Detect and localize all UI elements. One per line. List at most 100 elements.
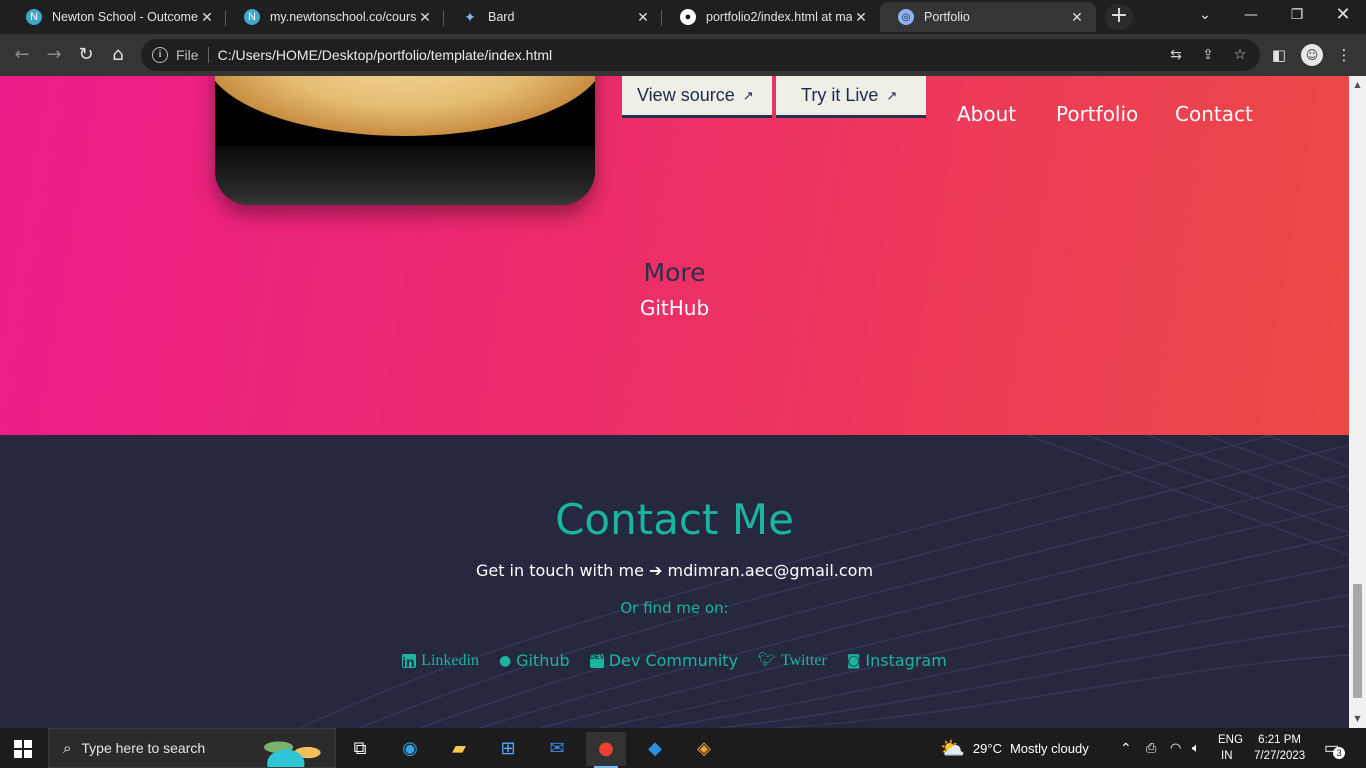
bookmark-star-icon[interactable]: ☆ xyxy=(1226,39,1254,71)
meet-now-icon[interactable]: ⎙ xyxy=(1146,728,1156,768)
dev-community-link[interactable]: DEV Dev Community xyxy=(589,651,739,670)
scroll-down-arrow-icon[interactable]: ▼ xyxy=(1349,714,1366,723)
project-image-biryani xyxy=(215,76,595,205)
network-icon[interactable]: ◠ xyxy=(1170,728,1181,768)
new-tab-button[interactable]: + xyxy=(1105,4,1133,30)
git-icon[interactable]: ◈ xyxy=(684,732,724,766)
close-window-button[interactable]: ✕ xyxy=(1320,0,1366,32)
task-view-icon[interactable]: ⧉ xyxy=(340,732,380,766)
dev-icon: DEV xyxy=(589,653,604,668)
tab-portfolio[interactable]: ◎ Portfolio ✕ xyxy=(880,2,1096,32)
tab-title: Bard xyxy=(488,10,515,24)
avatar[interactable]: ☺ xyxy=(1301,44,1323,66)
instagram-link[interactable]: ◙ Instagram xyxy=(847,651,947,670)
tab-newton-outcome[interactable]: N Newton School - Outcome O ✕ xyxy=(8,2,226,32)
page-scrollbar[interactable]: ▲ ▼ xyxy=(1349,76,1366,728)
file-explorer-icon[interactable]: ▰ xyxy=(439,732,479,766)
share-icon[interactable]: ⇪ xyxy=(1194,39,1222,71)
scroll-up-arrow-icon[interactable]: ▲ xyxy=(1349,80,1366,89)
edge-icon[interactable]: ◉ xyxy=(390,732,430,766)
tab-newton-course[interactable]: N my.newtonschool.co/course/ ✕ xyxy=(226,2,444,32)
nav-about[interactable]: About xyxy=(957,102,1016,126)
tab-title: Newton School - Outcome O xyxy=(52,10,198,24)
instagram-icon: ◙ xyxy=(846,652,861,669)
search-icon: ⌕ xyxy=(63,739,72,757)
close-icon[interactable]: ✕ xyxy=(634,9,652,26)
twitter-link[interactable]: 🐦︎ Twitter xyxy=(758,651,827,670)
decorative-lines xyxy=(299,435,1349,728)
windows-taskbar: ⌕ Type here to search ⧉ ◉ ▰ ⊞ ✉ ● ◆ ◈ ⛅ … xyxy=(0,728,1366,768)
find-me-text: Or find me on: xyxy=(620,599,729,617)
lang-line2: IN xyxy=(1221,750,1233,762)
home-button[interactable]: ⌂ xyxy=(105,42,131,68)
tab-strip: N Newton School - Outcome O ✕ N my.newto… xyxy=(0,0,1366,34)
clock[interactable]: 6:21 PM 7/27/2023 xyxy=(1254,728,1305,768)
taskbar-search[interactable]: ⌕ Type here to search xyxy=(48,728,336,768)
tab-title: my.newtonschool.co/course/ xyxy=(270,10,416,24)
minimize-button[interactable]: — xyxy=(1228,0,1274,32)
linkedin-icon: in xyxy=(402,653,417,670)
address-bar[interactable]: i File C:/Users/HOME/Desktop/portfolio/t… xyxy=(141,39,1260,71)
contact-line: Get in touch with me ➔ mdimran.aec@gmail… xyxy=(0,561,1349,580)
newton-icon: N xyxy=(26,9,42,25)
forward-button[interactable]: → xyxy=(41,42,67,68)
tab-github-portfolio2[interactable]: ● portfolio2/index.html at main ✕ xyxy=(662,2,880,32)
divider xyxy=(207,47,209,63)
instagram-label: Instagram xyxy=(865,651,947,670)
browser-toolbar: ← → ↻ ⌂ i File C:/Users/HOME/Desktop/por… xyxy=(0,34,1366,76)
touch-text: Get in touch with me xyxy=(475,561,644,580)
arrow-right-icon: ➔ xyxy=(649,561,663,580)
weather-widget[interactable]: ⛅ 29°C Mostly cloudy xyxy=(940,728,1089,768)
language-indicator[interactable]: ENG IN xyxy=(1218,728,1243,768)
page-viewport: View source ↗ Try it Live ↗ About Portfo… xyxy=(0,76,1349,728)
view-source-label: View source xyxy=(637,85,735,105)
side-panel-icon[interactable]: ◧ xyxy=(1266,42,1292,68)
notification-count-badge: 3 xyxy=(1333,747,1346,759)
nav-contact[interactable]: Contact xyxy=(1175,102,1253,126)
windows-start-icon[interactable] xyxy=(14,740,32,758)
notifications-icon[interactable]: ▭ 3 xyxy=(1324,728,1346,768)
chrome-icon[interactable]: ● xyxy=(586,732,626,768)
weather-temp: 29°C xyxy=(972,740,1002,756)
tab-bard[interactable]: ✦ Bard ✕ xyxy=(444,2,662,32)
lang-line1: ENG xyxy=(1218,734,1243,746)
reload-button[interactable]: ↻ xyxy=(73,42,99,68)
mail-icon[interactable]: ✉ xyxy=(537,732,577,766)
cloudy-weather-icon: ⛅ xyxy=(940,737,965,760)
external-link-icon: ↗ xyxy=(742,87,754,103)
weather-condition: Mostly cloudy xyxy=(1009,740,1089,756)
url-text[interactable]: C:/Users/HOME/Desktop/portfolio/template… xyxy=(218,47,553,63)
view-source-button[interactable]: View source ↗ xyxy=(622,76,772,118)
linkedin-link[interactable]: in Linkedin xyxy=(402,651,479,670)
scrollbar-thumb[interactable] xyxy=(1353,584,1362,698)
twitter-label: Twitter xyxy=(780,651,827,669)
scheme-label: File xyxy=(176,47,199,63)
clock-time: 6:21 PM xyxy=(1258,734,1301,746)
vscode-icon[interactable]: ◆ xyxy=(635,732,675,766)
github-link[interactable]: ● Github xyxy=(499,651,570,670)
close-icon[interactable]: ✕ xyxy=(198,9,216,26)
close-icon[interactable]: ✕ xyxy=(416,9,434,26)
newton-icon: N xyxy=(244,9,260,25)
volume-muted-icon[interactable]: 🔈︎ xyxy=(1192,728,1200,768)
restore-button[interactable]: ❐ xyxy=(1274,0,1320,32)
menu-kebab-icon[interactable]: ⋮ xyxy=(1331,42,1357,68)
try-live-button[interactable]: Try it Live ↗ xyxy=(776,76,926,118)
info-icon[interactable]: i xyxy=(152,47,168,63)
more-heading: More xyxy=(643,258,706,287)
dev-label: Dev Community xyxy=(608,651,739,670)
nav-portfolio[interactable]: Portfolio xyxy=(1056,102,1138,126)
translate-icon[interactable]: ⇆ xyxy=(1162,39,1190,71)
email-link[interactable]: mdimran.aec@gmail.com xyxy=(668,561,874,580)
store-icon[interactable]: ⊞ xyxy=(488,732,528,766)
search-highlight-art xyxy=(257,731,329,767)
close-icon[interactable]: ✕ xyxy=(1068,9,1086,26)
table-surface xyxy=(215,146,595,205)
back-button[interactable]: ← xyxy=(9,42,35,68)
close-icon[interactable]: ✕ xyxy=(852,9,870,26)
tab-search-chevron-icon[interactable]: ⌄ xyxy=(1182,0,1228,32)
show-hidden-icons-chevron-icon[interactable]: ⌃ xyxy=(1120,728,1132,768)
try-live-label: Try it Live xyxy=(801,85,879,105)
clock-date: 7/27/2023 xyxy=(1254,750,1306,762)
github-more-link[interactable]: GitHub xyxy=(0,296,1349,320)
